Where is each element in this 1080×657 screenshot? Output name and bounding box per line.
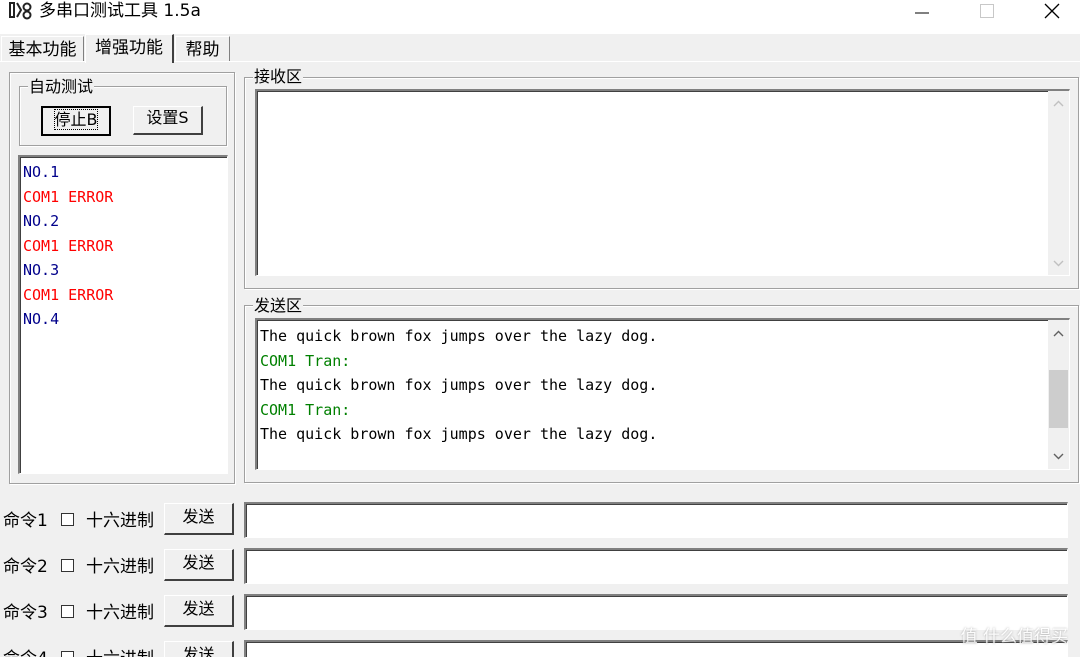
serial-port-app-icon: [8, 0, 34, 22]
hex-label[interactable]: 十六进制: [86, 648, 154, 657]
command-input[interactable]: [244, 594, 1068, 630]
log-line: COM1 ERROR: [23, 236, 114, 255]
hex-checkbox[interactable]: [61, 513, 74, 526]
log-line: COM1 Tran:: [260, 400, 351, 419]
tab-help[interactable]: 帮助: [175, 36, 230, 62]
command-input[interactable]: [244, 502, 1068, 538]
watermark-logo: 值 什么值得买: [960, 627, 1068, 647]
hex-checkbox[interactable]: [61, 559, 74, 572]
send-textarea[interactable]: The quick brown fox jumps over the lazy …: [255, 318, 1070, 470]
log-line: NO.4: [23, 310, 60, 328]
stop-button[interactable]: 停止B: [41, 106, 111, 136]
command-row-3: 命令3 十六进制 发送: [0, 594, 1080, 634]
log-line: NO.2: [23, 212, 60, 230]
maximize-button[interactable]: [964, 0, 1010, 22]
send-button[interactable]: 发送: [164, 503, 234, 535]
command-row-4: 命令4 十六进制 发送: [0, 640, 1080, 657]
send-button-label: 发送: [182, 553, 215, 572]
log-line: COM1 Tran:: [260, 351, 351, 370]
send-button-label: 发送: [182, 645, 215, 657]
receive-textarea[interactable]: [255, 89, 1070, 276]
send-scrollbar[interactable]: [1048, 320, 1069, 469]
test-log-lines: NO.1 COM1 ERROR NO.2 COM1 ERROR NO.3 COM1 ERR…: [23, 160, 224, 332]
tab-help-label: 帮助: [185, 40, 220, 60]
tab-enhanced[interactable]: 增强功能: [85, 34, 174, 63]
stop-button-label: 停止B: [53, 109, 99, 130]
scroll-down-icon[interactable]: [1048, 253, 1069, 273]
receive-scrollbar[interactable]: [1048, 91, 1069, 275]
log-line: COM1 ERROR: [23, 187, 114, 206]
tab-basic-label: 基本功能: [8, 40, 77, 60]
log-line: NO.3: [23, 261, 60, 279]
command-label: 命令3: [3, 603, 48, 623]
receive-group-label: 接收区: [253, 67, 304, 86]
window-title: 多串口测试工具 1.5a: [39, 1, 201, 21]
send-button-label: 发送: [182, 507, 215, 526]
hex-label[interactable]: 十六进制: [86, 602, 154, 624]
test-log-list[interactable]: NO.1 COM1 ERROR NO.2 COM1 ERROR NO.3 COM1 ERR…: [18, 155, 228, 474]
command-label: 命令2: [3, 557, 48, 577]
hex-checkbox[interactable]: [61, 651, 74, 657]
log-line: NO.1: [23, 163, 60, 181]
minimize-icon: [915, 12, 929, 14]
tab-enhanced-label: 增强功能: [95, 38, 163, 58]
log-line: The quick brown fox jumps over the lazy …: [260, 376, 658, 394]
send-lines: The quick brown fox jumps over the lazy …: [260, 324, 1066, 447]
settings-button[interactable]: 设置S: [133, 106, 203, 135]
settings-button-label: 设置S: [146, 108, 189, 127]
hex-label[interactable]: 十六进制: [86, 556, 154, 578]
command-label: 命令4: [3, 648, 48, 657]
command-row-2: 命令2 十六进制 发送: [0, 548, 1080, 588]
scroll-down-icon[interactable]: [1048, 446, 1069, 466]
command-row-1: 命令1 十六进制 发送: [0, 502, 1080, 542]
close-button[interactable]: [1029, 0, 1075, 22]
log-line: COM1 ERROR: [23, 285, 114, 304]
hex-checkbox[interactable]: [61, 605, 74, 618]
close-icon: [1044, 3, 1060, 19]
send-button[interactable]: 发送: [164, 641, 234, 657]
command-input[interactable]: [244, 548, 1068, 584]
minimize-button[interactable]: [899, 0, 945, 22]
command-label: 命令1: [3, 511, 48, 531]
hex-label[interactable]: 十六进制: [86, 510, 154, 532]
maximize-icon: [980, 4, 994, 18]
log-line: The quick brown fox jumps over the lazy …: [260, 327, 658, 345]
tab-bar: 基本功能 增强功能 帮助: [0, 34, 1080, 63]
send-group-label: 发送区: [253, 296, 304, 315]
send-scrollbar-thumb[interactable]: [1049, 370, 1068, 428]
command-input[interactable]: [244, 640, 1068, 657]
auto-test-label: 自动测试: [28, 77, 95, 96]
tab-basic[interactable]: 基本功能: [1, 36, 84, 62]
send-button[interactable]: 发送: [164, 549, 234, 581]
title-bar[interactable]: 多串口测试工具 1.5a: [0, 0, 1080, 34]
scroll-up-icon[interactable]: [1048, 93, 1069, 113]
app-window: 多串口测试工具 1.5a 基本功能 增强功能 帮助 自动测试 停止B 设置S N…: [0, 0, 1080, 657]
send-button[interactable]: 发送: [164, 595, 234, 627]
send-button-label: 发送: [182, 599, 215, 618]
log-line: The quick brown fox jumps over the lazy …: [260, 425, 658, 443]
scroll-up-icon[interactable]: [1048, 323, 1069, 343]
